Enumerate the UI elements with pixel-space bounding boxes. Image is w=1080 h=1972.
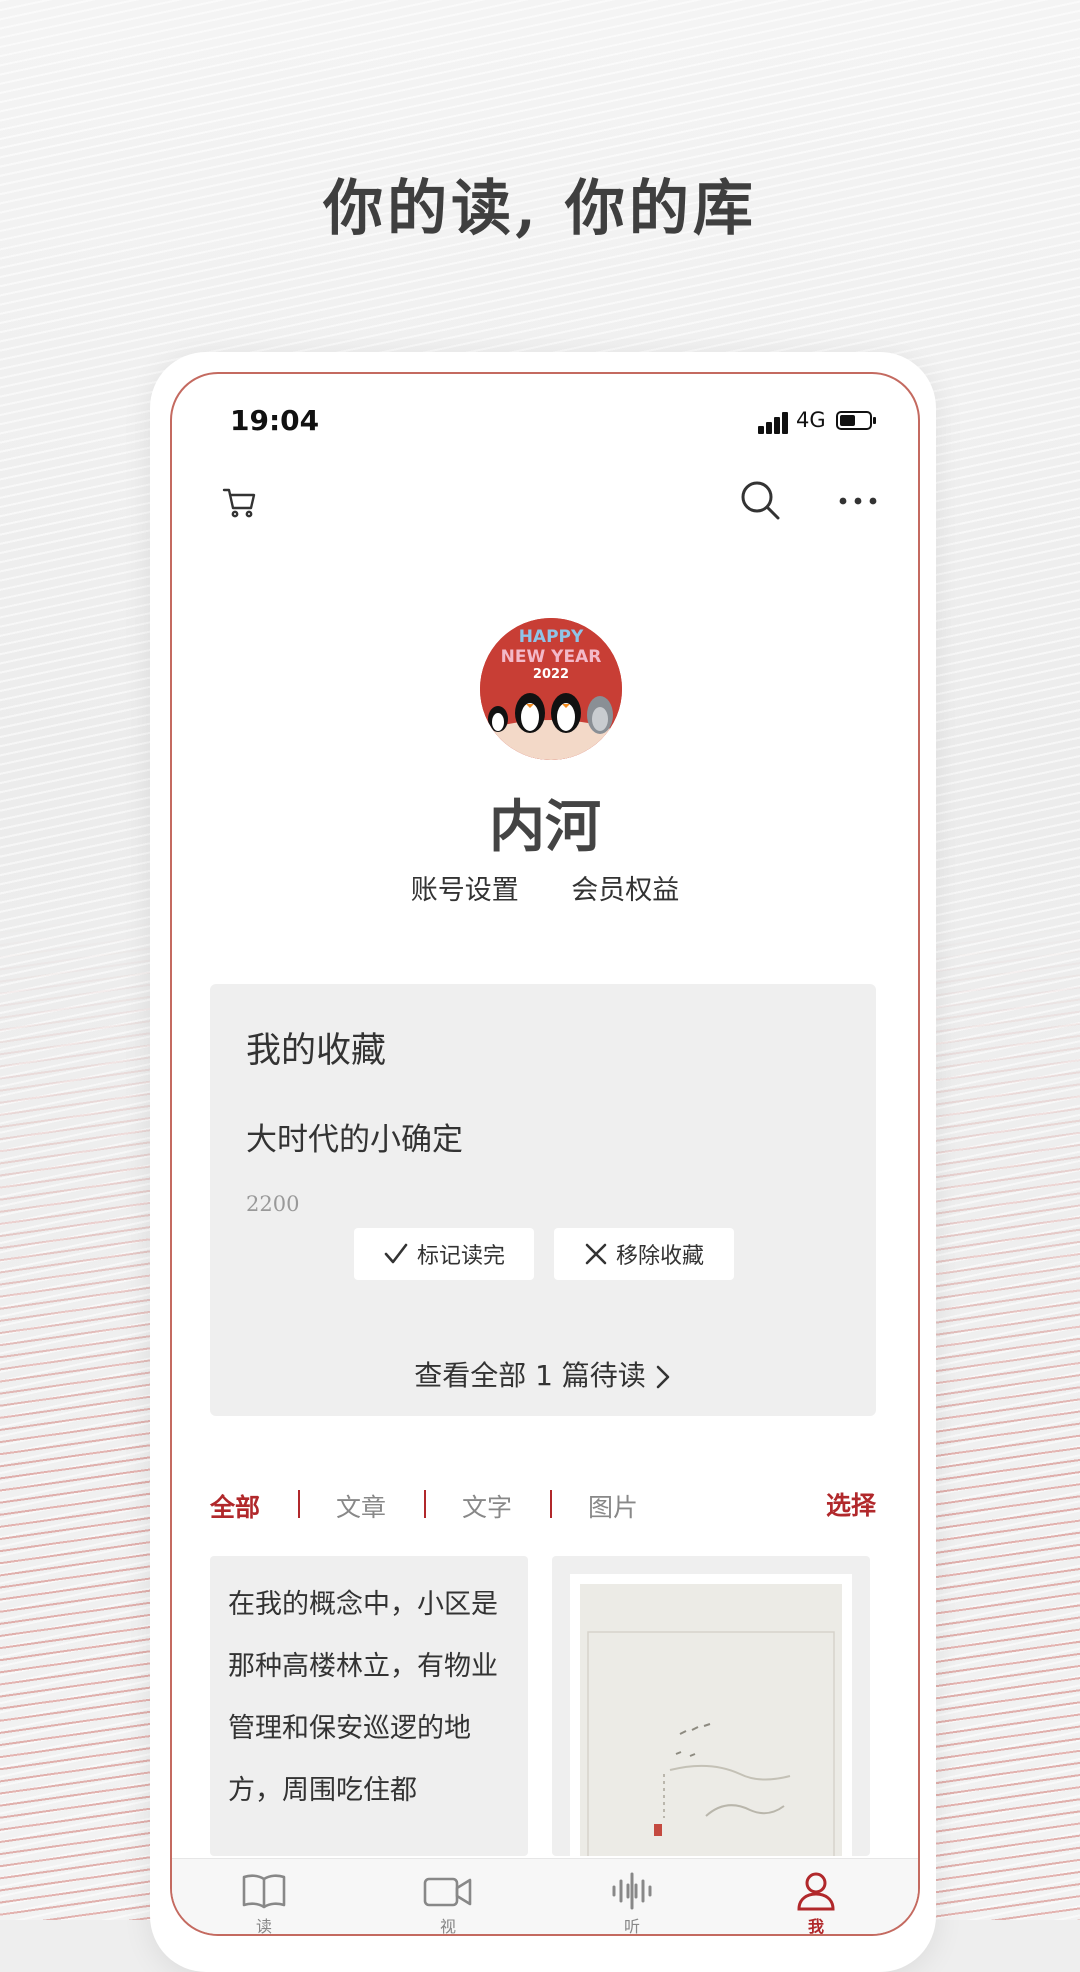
text-excerpt-card[interactable]: 在我的概念中，小区是那种高楼林立，有物业管理和保安巡逻的地方，周围吃住都 <box>210 1556 528 1856</box>
filter-tabs: 全部 文章 文字 图片 选择 <box>210 1484 876 1524</box>
filter-divider <box>298 1490 300 1518</box>
tab-watch[interactable]: 视 <box>408 1871 488 1936</box>
book-icon <box>242 1874 286 1909</box>
favorite-article-title[interactable]: 大时代的小确定 <box>246 1114 463 1159</box>
phone-screen: 19:04 4G HAPPY NEW YEAR 2022 内河 账号设置 会员权… <box>170 372 920 1936</box>
avatar-text-1: HAPPY <box>519 627 584 647</box>
person-icon <box>797 1872 835 1911</box>
check-icon <box>384 1243 408 1264</box>
tab-me-label: 我 <box>807 1917 824 1936</box>
tab-me[interactable]: 我 <box>776 1871 856 1936</box>
favorite-article-count: 2200 <box>246 1192 300 1216</box>
promo-headline: 你的读, 你的库 <box>323 174 757 244</box>
status-bar: 19:04 4G <box>172 374 918 474</box>
filter-all[interactable]: 全部 <box>210 1488 260 1524</box>
tab-read[interactable]: 读 <box>224 1871 304 1936</box>
tab-listen[interactable]: 听 <box>592 1871 672 1936</box>
text-excerpt: 在我的概念中，小区是那种高楼林立，有物业管理和保安巡逻的地方，周围吃住都 <box>228 1589 498 1806</box>
signal-icon <box>758 412 792 434</box>
favorites-title: 我的收藏 <box>246 1031 387 1071</box>
select-button[interactable]: 选择 <box>826 1486 876 1522</box>
chevron-right-icon <box>656 1365 670 1389</box>
audio-wave-icon <box>612 1872 652 1910</box>
tab-listen-label: 听 <box>623 1917 640 1936</box>
search-icon[interactable] <box>738 478 782 522</box>
filter-images[interactable]: 图片 <box>588 1488 638 1524</box>
close-icon <box>585 1243 607 1265</box>
filter-divider <box>424 1490 426 1518</box>
account-settings-link[interactable]: 账号设置 <box>411 868 519 907</box>
network-type: 4G <box>796 408 826 432</box>
profile-links: 账号设置 会员权益 <box>172 868 918 907</box>
battery-icon <box>836 411 876 430</box>
more-dots-icon[interactable] <box>836 486 880 516</box>
cart-icon[interactable] <box>220 482 260 522</box>
view-all-label: 查看全部 1 篇待读 <box>414 1359 646 1392</box>
bottom-tab-bar: 读 视 听 我 <box>172 1858 918 1936</box>
tab-read-label: 读 <box>255 1917 272 1936</box>
mark-read-label: 标记读完 <box>416 1244 505 1269</box>
image-frame <box>570 1574 852 1856</box>
member-benefits-link[interactable]: 会员权益 <box>571 868 679 907</box>
favorites-card: 我的收藏 大时代的小确定 2200 标记读完 移除收藏 查看全部 1 篇待读 <box>210 984 876 1416</box>
status-time: 19:04 <box>230 404 320 437</box>
view-all-button[interactable]: 查看全部 1 篇待读 <box>210 1354 876 1394</box>
profile-name: 内河 <box>489 794 601 860</box>
mark-read-button[interactable]: 标记读完 <box>354 1228 534 1280</box>
remove-favorite-button[interactable]: 移除收藏 <box>554 1228 734 1280</box>
remove-favorite-label: 移除收藏 <box>615 1244 704 1269</box>
filter-divider <box>550 1490 552 1518</box>
image-card[interactable] <box>552 1556 870 1856</box>
tab-watch-label: 视 <box>439 1917 456 1936</box>
filter-text[interactable]: 文字 <box>462 1488 512 1524</box>
avatar-text-3: 2022 <box>533 667 569 682</box>
video-camera-icon <box>423 1877 472 1907</box>
filter-articles[interactable]: 文章 <box>336 1488 386 1524</box>
avatar[interactable]: HAPPY NEW YEAR 2022 <box>480 618 622 760</box>
painting-image <box>580 1584 842 1856</box>
avatar-text-2: NEW YEAR <box>501 647 602 667</box>
